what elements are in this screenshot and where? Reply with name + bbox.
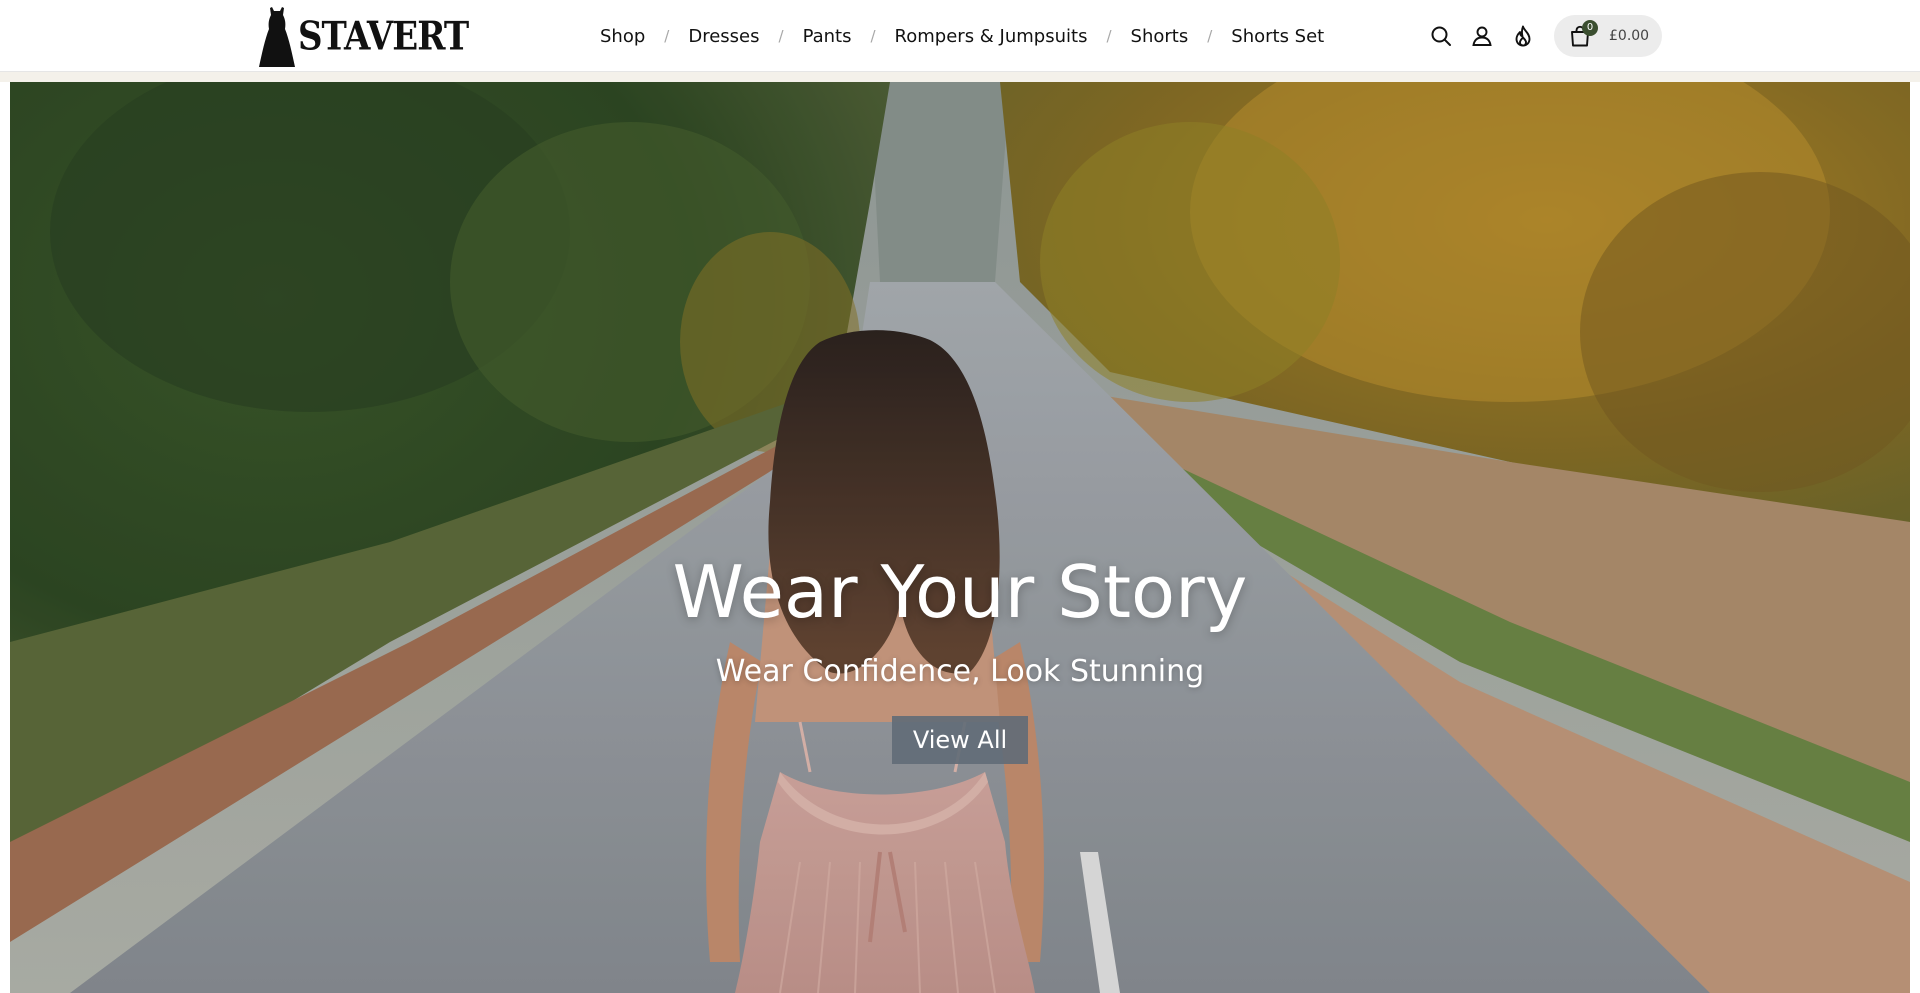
- site-header: STAVERT Shop / Dresses / Pants / Rompers…: [0, 0, 1920, 72]
- nav-separator: /: [778, 27, 784, 45]
- nav-separator: /: [1207, 27, 1213, 45]
- cart-count-badge: 0: [1582, 20, 1598, 36]
- nav-pants[interactable]: Pants: [803, 26, 852, 47]
- flame-icon[interactable]: [1510, 23, 1536, 49]
- header-divider: [0, 72, 1920, 82]
- header-actions: 0 £0.00: [1428, 0, 1662, 72]
- main-nav: Shop / Dresses / Pants / Rompers & Jumps…: [600, 0, 1324, 72]
- cart-total: £0.00: [1609, 28, 1650, 44]
- hero-title: Wear Your Story: [672, 550, 1248, 634]
- brand-name: STAVERT: [298, 14, 469, 61]
- dress-logo-icon: [259, 7, 295, 67]
- account-icon[interactable]: [1469, 23, 1495, 49]
- hero-banner: Wear Your Story Wear Confidence, Look St…: [10, 82, 1910, 993]
- nav-dresses[interactable]: Dresses: [688, 26, 759, 47]
- hero-subtitle: Wear Confidence, Look Stunning: [715, 654, 1205, 689]
- nav-separator: /: [1106, 27, 1112, 45]
- nav-shop[interactable]: Shop: [600, 26, 645, 47]
- brand-logo[interactable]: STAVERT: [258, 5, 469, 69]
- nav-rompers-jumpsuits[interactable]: Rompers & Jumpsuits: [895, 26, 1088, 47]
- nav-shorts[interactable]: Shorts: [1131, 26, 1189, 47]
- hero-background-image: [10, 82, 1910, 993]
- cart-button[interactable]: 0 £0.00: [1554, 15, 1662, 57]
- search-icon[interactable]: [1428, 23, 1454, 49]
- view-all-button[interactable]: View All: [892, 716, 1028, 764]
- nav-separator: /: [664, 27, 670, 45]
- nav-shorts-set[interactable]: Shorts Set: [1231, 26, 1324, 47]
- nav-separator: /: [870, 27, 876, 45]
